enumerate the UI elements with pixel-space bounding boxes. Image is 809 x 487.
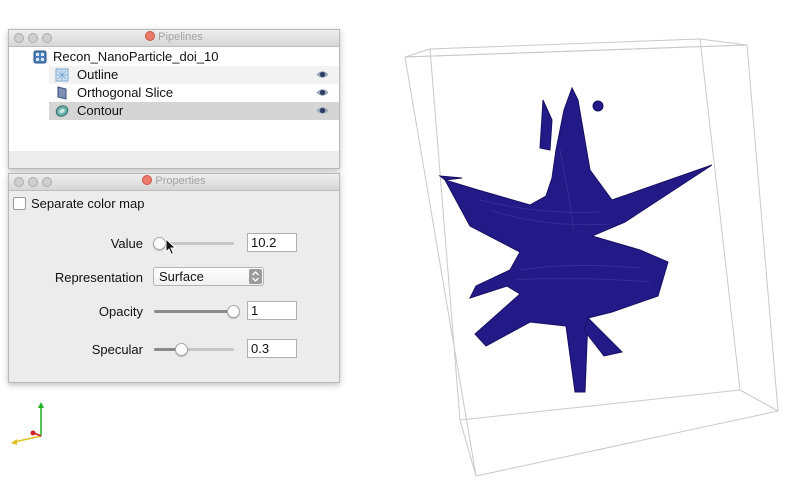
specular-slider-handle[interactable]	[175, 343, 188, 356]
opacity-input[interactable]: 1	[247, 301, 297, 320]
properties-titlebar[interactable]: Properties	[9, 174, 339, 191]
pipeline-item-label: Contour	[77, 103, 124, 118]
properties-body: Separate color map Value 10.2 Representa…	[9, 191, 339, 384]
pipeline-root-item[interactable]: Recon_NanoParticle_doi_10	[9, 48, 339, 66]
value-input[interactable]: 10.2	[247, 233, 297, 252]
mouse-cursor-icon	[165, 238, 177, 256]
app-icon	[145, 31, 156, 41]
contour-icon	[55, 105, 69, 117]
visibility-eye-icon[interactable]	[316, 105, 329, 116]
app-icon	[142, 175, 153, 185]
pipeline-item-orthogonal-slice[interactable]: Orthogonal Slice	[49, 84, 339, 102]
chevron-updown-icon	[249, 269, 262, 284]
properties-title: Properties	[155, 175, 206, 187]
outline-icon	[55, 68, 69, 82]
properties-panel: Properties Separate color map Value 10.2…	[8, 173, 340, 383]
visibility-eye-icon[interactable]	[316, 87, 329, 98]
slice-icon	[57, 86, 67, 100]
pipeline-item-label: Outline	[77, 67, 119, 82]
pipeline-tree: Recon_NanoParticle_doi_10 Outline Orthog…	[9, 47, 339, 151]
pipelines-title: Pipelines	[158, 31, 203, 43]
orientation-axes-icon	[11, 402, 44, 445]
specular-input[interactable]: 0.3	[247, 339, 297, 358]
pipeline-item-outline[interactable]: Outline	[49, 66, 339, 84]
opacity-label: Opacity	[98, 304, 143, 319]
separate-color-map-label: Separate color map	[31, 196, 145, 211]
value-label: Value	[110, 236, 143, 251]
opacity-slider-handle[interactable]	[227, 305, 240, 318]
separate-color-map-checkbox[interactable]	[13, 197, 26, 210]
visibility-eye-icon[interactable]	[316, 69, 329, 80]
pipeline-item-label: Orthogonal Slice	[77, 85, 174, 100]
pipeline-item-contour[interactable]: Contour	[49, 102, 339, 120]
specular-label: Specular	[91, 342, 143, 357]
representation-label: Representation	[54, 270, 143, 285]
pipelines-titlebar[interactable]: Pipelines	[9, 30, 339, 47]
contour-surface	[438, 86, 713, 393]
representation-value: Surface	[159, 269, 204, 284]
representation-select[interactable]: Surface	[153, 267, 264, 286]
specular-slider[interactable]	[154, 343, 234, 356]
opacity-slider[interactable]	[154, 305, 240, 318]
dataset-icon	[33, 50, 47, 64]
pipelines-panel: Pipelines Recon_NanoParticle_doi_10 Outl…	[8, 29, 340, 169]
pipeline-root-label: Recon_NanoParticle_doi_10	[53, 49, 219, 64]
